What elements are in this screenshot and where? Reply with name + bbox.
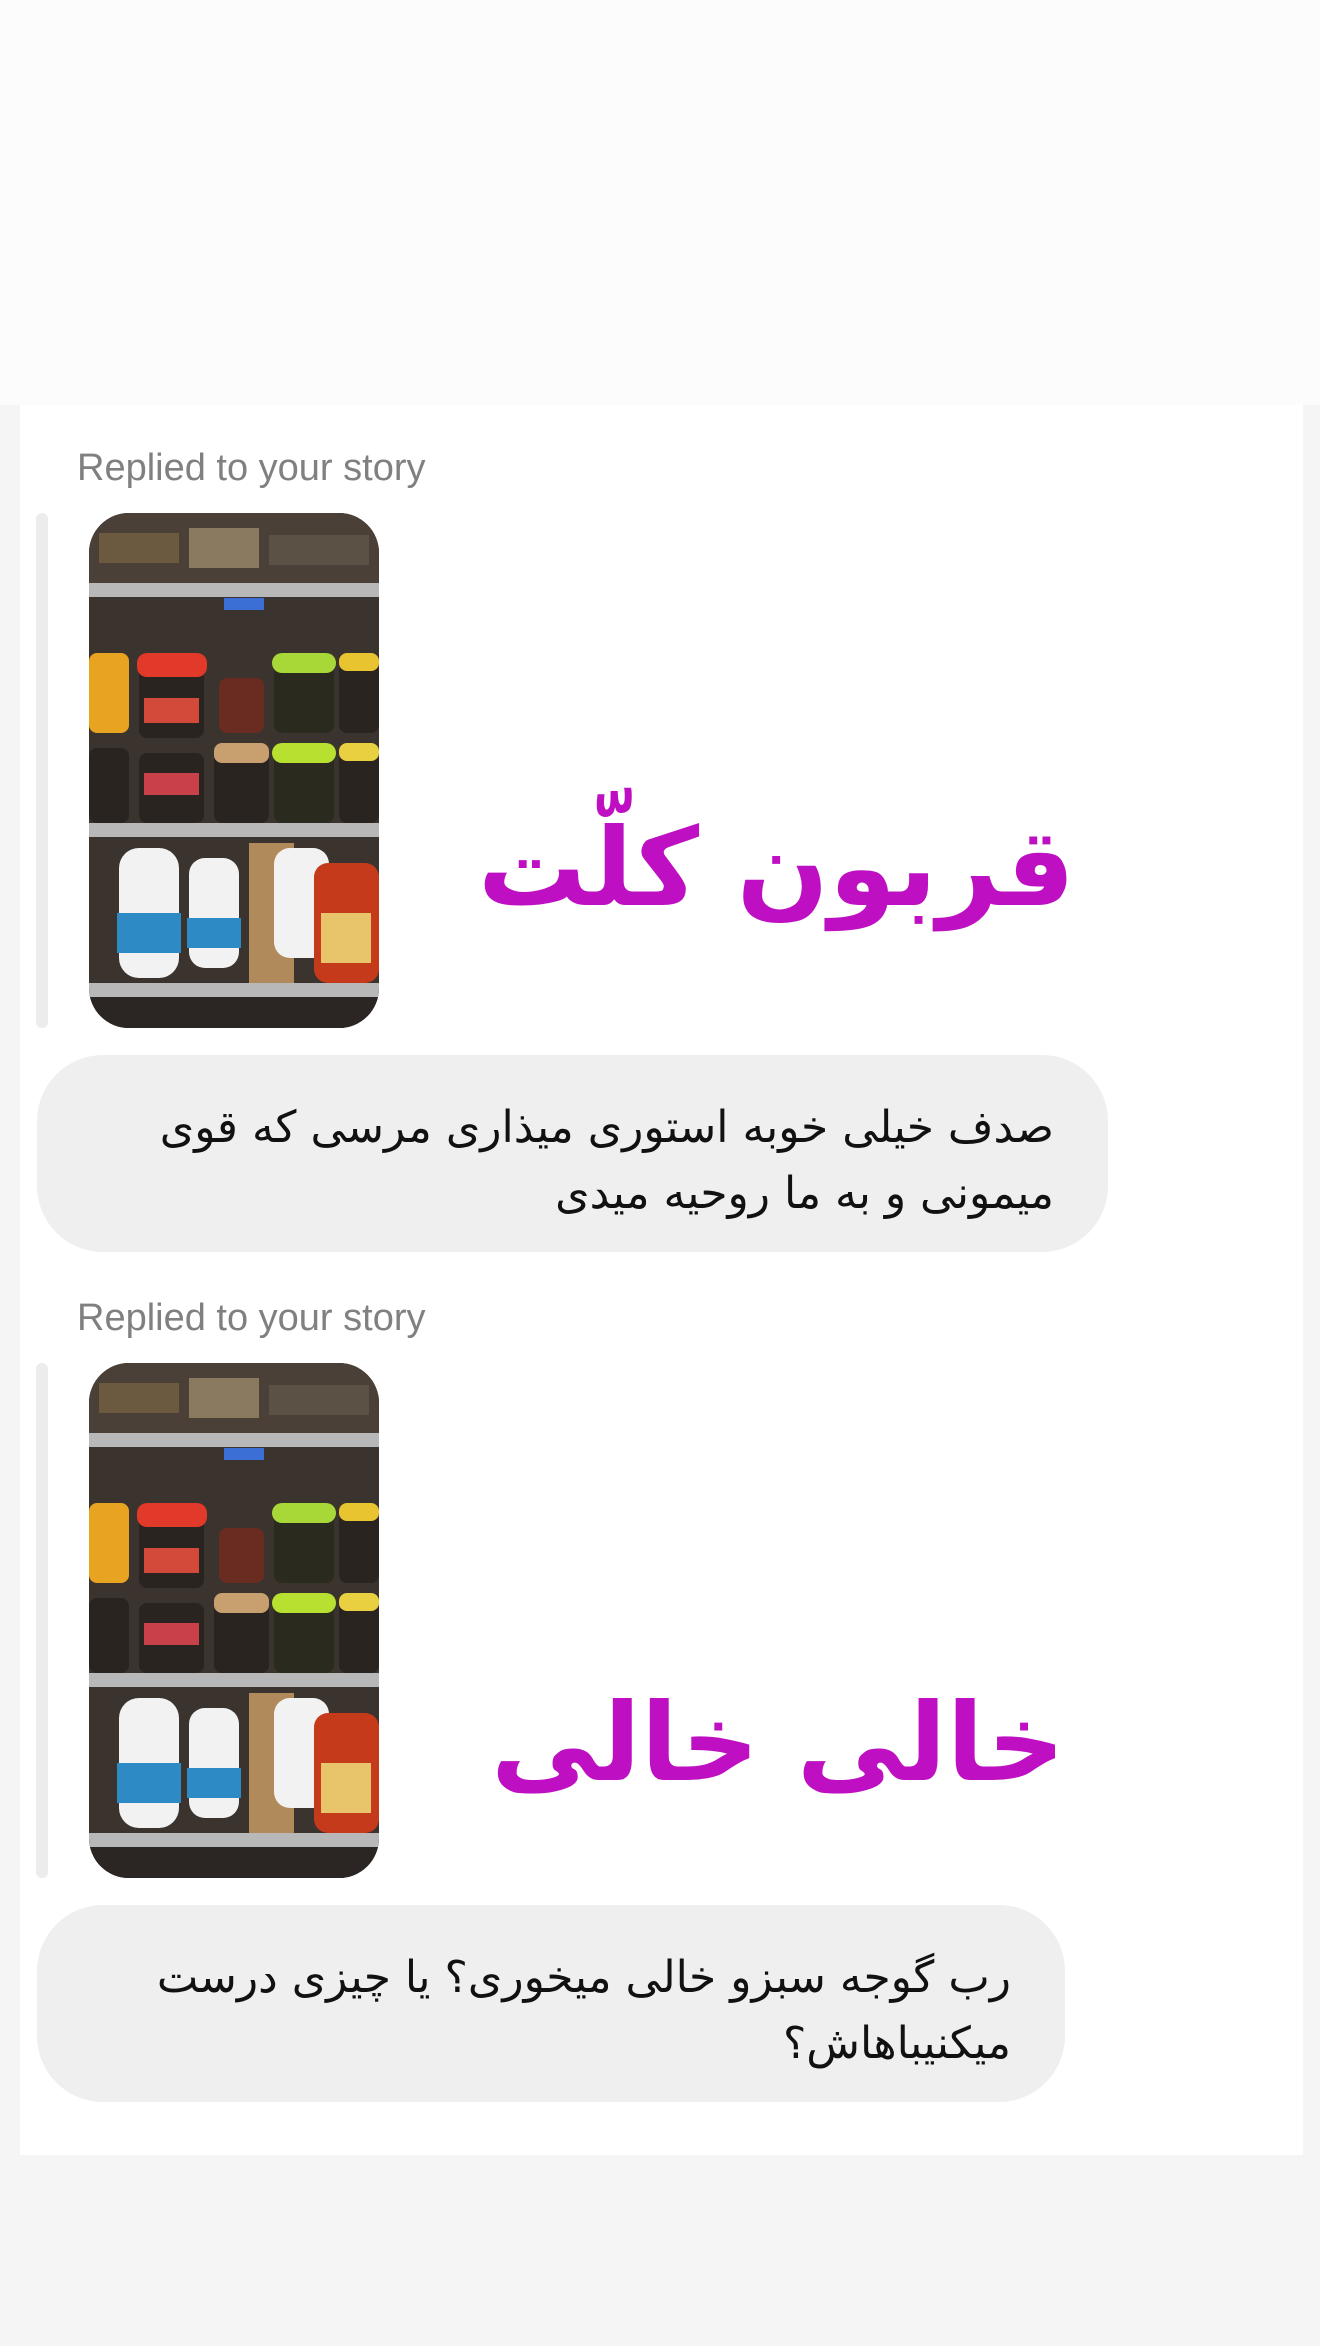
message-bubble[interactable]: رب گوجه سبزو خالی میخوری؟ یا چیزی درست م… bbox=[37, 1905, 1065, 2102]
quote-bar bbox=[36, 1363, 48, 1878]
pantry-shelf-icon bbox=[89, 1363, 379, 1878]
reply-label: Replied to your story bbox=[77, 1297, 426, 1339]
story-thumbnail[interactable] bbox=[89, 513, 379, 1028]
bottom-blank-area bbox=[0, 2155, 1320, 2346]
quote-bar bbox=[36, 513, 48, 1028]
story-caption: خالی خالی bbox=[490, 1681, 1065, 1806]
reply-label: Replied to your story bbox=[77, 447, 426, 489]
story-caption: قربون کلّت bbox=[477, 806, 1075, 931]
pantry-shelf-icon bbox=[89, 513, 379, 1028]
message-bubble[interactable]: صدف خیلی خوبه استوری میذاری مرسی که قوی … bbox=[37, 1055, 1108, 1252]
story-thumbnail[interactable] bbox=[89, 1363, 379, 1878]
message-thread: Replied to your story قربون کلّت صدف خیل… bbox=[20, 405, 1303, 2155]
top-blank-area bbox=[0, 0, 1320, 405]
